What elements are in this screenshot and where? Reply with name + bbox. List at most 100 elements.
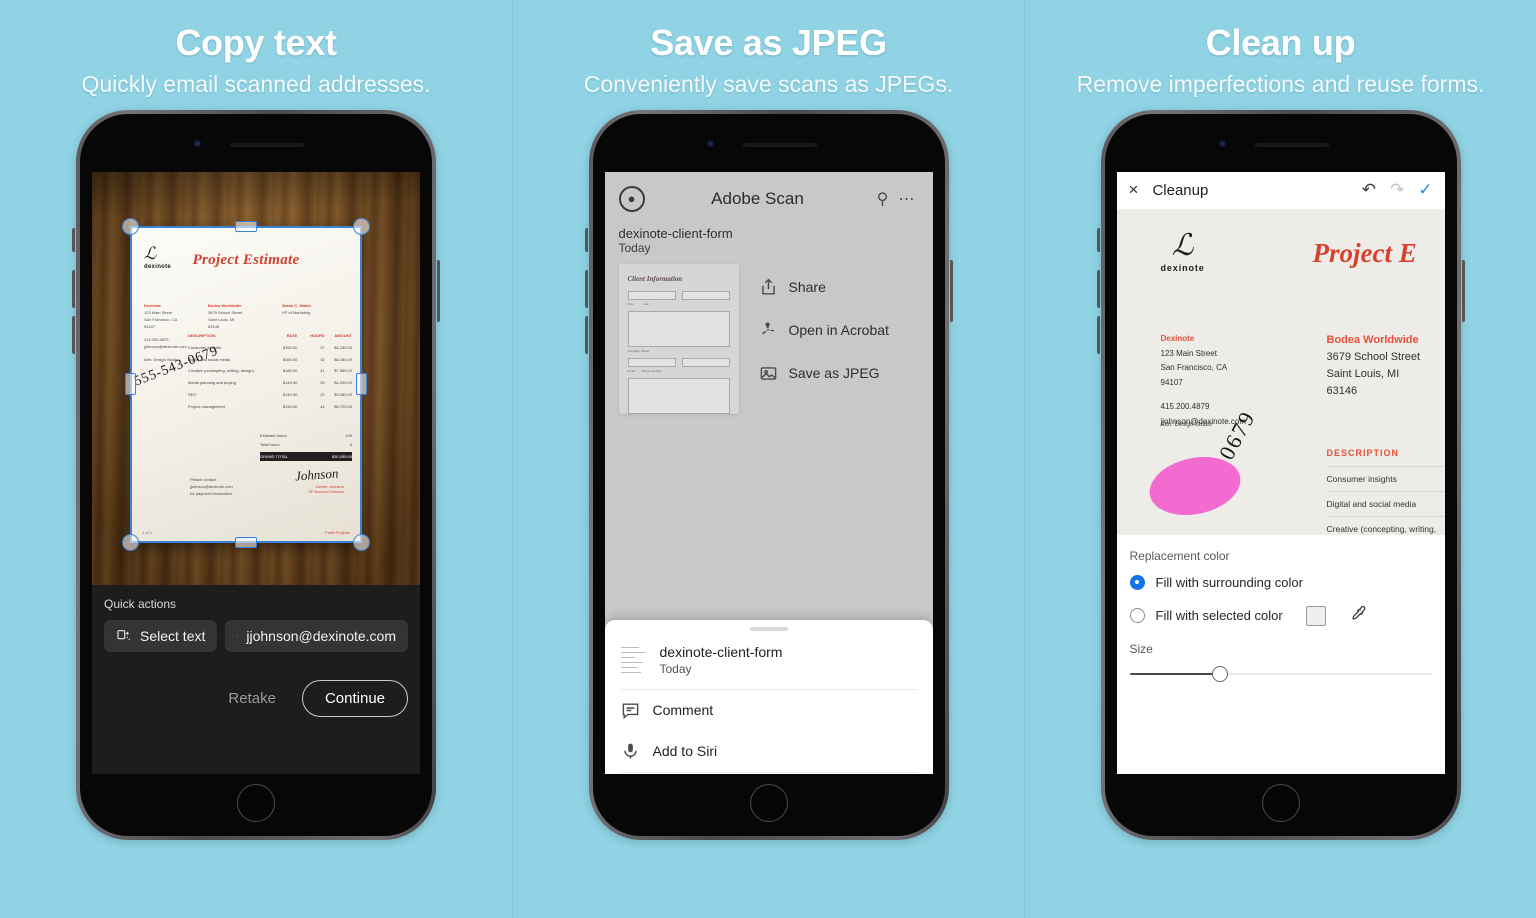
quick-actions-label: Quick actions xyxy=(104,596,177,611)
document-page-number: 1 of 1 xyxy=(142,529,153,535)
document-to-block: Bodea Worldwide 3679 School Street Saint … xyxy=(1326,333,1421,397)
home-button[interactable] xyxy=(749,783,788,822)
redo-icon[interactable]: ↷ xyxy=(1390,180,1404,200)
camera-capture-view: ℒ dexinote Project Estimate Dexinote 123… xyxy=(92,171,420,585)
email-action-button[interactable]: jjohnson@dexinote.com xyxy=(225,619,408,652)
crop-handle-left[interactable] xyxy=(125,373,136,396)
open-in-acrobat-label: Open in Acrobat xyxy=(788,322,889,339)
document-signature: Johnson xyxy=(294,465,339,484)
menu-item-comment[interactable]: Comment xyxy=(605,690,933,731)
scan-card: Client Information First Last Company Na… xyxy=(618,263,919,414)
page-title: Clean up xyxy=(1205,22,1356,63)
document-footer-note: Please contact jjohnson@dexinote.com for p… xyxy=(190,476,234,496)
panel-clean-up: Clean up Remove imperfections and reuse … xyxy=(1024,0,1536,918)
description-row: Creative (concepting, writing, xyxy=(1326,515,1445,535)
document-to-block: Bodea Worldwide 3679 School Street Saint … xyxy=(208,302,243,329)
slider-knob[interactable] xyxy=(1212,665,1229,682)
share-action[interactable]: Share xyxy=(759,278,919,297)
app-bar: ● Adobe Scan ⚲ ⋯ xyxy=(618,185,919,212)
mute-switch xyxy=(584,227,588,252)
volume-down-button xyxy=(72,315,75,354)
panel-copy-text: Copy text Quickly email scanned addresse… xyxy=(0,0,512,918)
crop-handle-top[interactable] xyxy=(235,220,257,232)
crop-handle-bottom-right[interactable] xyxy=(353,533,370,551)
table-header-row: DESCRIPTION RATE HOURS AMOUNT xyxy=(188,333,352,339)
phone-bezel-2: ● Adobe Scan ⚲ ⋯ dexinote-client-form To… xyxy=(592,113,945,836)
screen-3: × Cleanup ↶ ↷ ✓ ℒ dexinote Project E Dex… xyxy=(1116,171,1445,774)
document-logo: ℒ dexinote xyxy=(1160,228,1205,273)
menu-item-add-to-siri[interactable]: Add to Siri xyxy=(605,731,933,772)
power-button xyxy=(1461,259,1465,322)
cleanup-toolbar: × Cleanup ↶ ↷ ✓ xyxy=(1116,171,1445,210)
option-fill-surrounding[interactable]: Fill with surrounding color xyxy=(1129,574,1432,590)
power-button xyxy=(437,259,440,322)
menu-label: Add to Siri xyxy=(652,743,718,760)
crop-handle-bottom[interactable] xyxy=(235,536,257,548)
option-fill-selected[interactable]: Fill with selected color xyxy=(1129,605,1432,627)
eyedropper-icon[interactable] xyxy=(1350,605,1367,627)
crop-handle-top-right[interactable] xyxy=(353,217,370,235)
account-avatar-icon[interactable]: ● xyxy=(618,185,645,212)
color-swatch[interactable] xyxy=(1305,605,1326,626)
scan-home-content: ● Adobe Scan ⚲ ⋯ dexinote-client-form To… xyxy=(605,172,933,414)
sheet-file-meta: dexinote-client-form Today xyxy=(660,644,783,676)
crop-handle-right[interactable] xyxy=(356,373,367,396)
scanned-document[interactable]: ℒ dexinote Project Estimate Dexinote 123… xyxy=(122,217,370,551)
sheet-file-date: Today xyxy=(659,661,692,676)
select-text-button[interactable]: Select text xyxy=(104,619,218,652)
panel-2-header: Save as JPEG Conveniently save scans as … xyxy=(513,0,1024,102)
size-slider[interactable] xyxy=(1129,665,1432,682)
envelope-icon xyxy=(237,635,239,637)
checkmark-icon[interactable]: ✓ xyxy=(1418,180,1432,200)
table-row: Media planning and buying $145.00 29 $4,205… xyxy=(188,380,352,386)
crop-handle-bottom-left[interactable] xyxy=(122,533,139,551)
menu-item-export-pdf[interactable]: Export PDF xyxy=(605,773,933,774)
crop-handle-top-left[interactable] xyxy=(122,217,139,235)
description-row: Digital and social media xyxy=(1326,490,1445,516)
file-name: dexinote-client-form xyxy=(618,225,733,241)
document-page: ℒ dexinote Project Estimate Dexinote 123… xyxy=(130,225,362,543)
document-from-block: Dexinote 123 Main Street San Francisco, C… xyxy=(144,302,187,362)
phone-mockup-1: ℒ dexinote Project Estimate Dexinote 123… xyxy=(72,109,440,840)
save-as-jpeg-label: Save as JPEG xyxy=(788,365,880,382)
volume-down-button xyxy=(584,315,588,354)
radio-selected[interactable] xyxy=(1129,608,1145,624)
home-button[interactable] xyxy=(237,783,275,822)
phone-mockup-2: ● Adobe Scan ⚲ ⋯ dexinote-client-form To… xyxy=(584,109,953,840)
description-row: Consumer insights xyxy=(1326,465,1445,491)
document-thumbnail[interactable]: Client Information First Last Company Na… xyxy=(618,263,739,414)
volume-up-button xyxy=(1096,269,1100,308)
replacement-color-label: Replacement color xyxy=(1129,548,1230,563)
document-attn: Attn: Design Studio xyxy=(1160,421,1212,428)
phone-bezel-1: ℒ dexinote Project Estimate Dexinote 123… xyxy=(80,113,432,836)
front-camera-icon xyxy=(706,139,714,147)
document-totals: Estimate hours 195 Total hours 6 GRAND TOT… xyxy=(260,432,352,461)
share-icon xyxy=(761,278,775,295)
retake-button[interactable]: Retake xyxy=(228,690,276,707)
phone-bezel-3: × Cleanup ↶ ↷ ✓ ℒ dexinote Project E Dex… xyxy=(1104,113,1457,836)
cleanup-document-preview[interactable]: ℒ dexinote Project E Dexinote 123 Main S… xyxy=(1116,209,1445,535)
volume-down-button xyxy=(1096,315,1100,354)
radio-surrounding[interactable] xyxy=(1129,574,1145,590)
search-icon[interactable]: ⚲ xyxy=(871,189,895,209)
undo-icon[interactable]: ↶ xyxy=(1362,180,1376,200)
open-in-acrobat-action[interactable]: Open in Acrobat xyxy=(759,321,919,340)
page-subtitle: Remove imperfections and reuse forms. xyxy=(1076,71,1485,98)
front-camera-icon xyxy=(194,139,201,147)
page-title: Save as JPEG xyxy=(650,22,887,63)
overflow-menu-icon[interactable]: ⋯ xyxy=(895,189,919,209)
sheet-drag-handle[interactable] xyxy=(749,626,788,631)
document-title: Project Estimate xyxy=(192,251,300,268)
screen-2: ● Adobe Scan ⚲ ⋯ dexinote-client-form To… xyxy=(604,171,933,774)
front-camera-icon xyxy=(1218,139,1226,147)
table-row: Project management $130.00 44 $5,720.00 xyxy=(188,403,352,409)
close-icon[interactable]: × xyxy=(1129,180,1139,200)
page-subtitle: Quickly email scanned addresses. xyxy=(81,71,431,98)
document-footer-right: Profit Projects xyxy=(325,529,350,535)
select-text-label: Select text xyxy=(140,627,206,644)
save-as-jpeg-action[interactable]: Save as JPEG xyxy=(759,364,919,383)
home-button[interactable] xyxy=(1261,783,1300,822)
continue-button[interactable]: Continue xyxy=(301,679,408,717)
document-thumbnail-icon xyxy=(620,644,647,675)
scan-actions: Share Open in Acrobat Save as JPEG xyxy=(759,264,919,414)
